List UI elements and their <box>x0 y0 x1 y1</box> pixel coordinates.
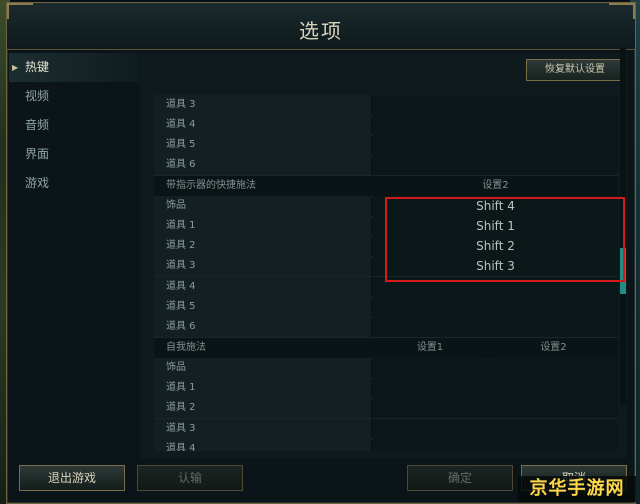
restore-defaults-button[interactable]: 恢复默认设置 <box>526 59 624 81</box>
key-binding-cell[interactable] <box>373 95 618 115</box>
table-row: 道具 3 <box>154 419 618 440</box>
table-row: 道具 4 <box>154 439 618 451</box>
table-row: 道具 1 <box>154 378 618 399</box>
column-header: 设置2 <box>540 342 567 353</box>
sidebar-item-label: 界面 <box>25 147 50 161</box>
sidebar-item-label: 游戏 <box>25 176 50 190</box>
section-header-quick-cast-indicator: 带指示器的快捷施法 设置2 <box>154 176 618 197</box>
scrollbar-thumb[interactable] <box>620 248 626 294</box>
key-binding-cell[interactable]: Shift 1 <box>373 216 618 236</box>
surrender-button[interactable]: 认输 <box>137 465 243 491</box>
table-row: 道具 2 <box>154 398 618 419</box>
table-row: 饰品 <box>154 358 618 379</box>
row-label: 道具 4 <box>154 277 371 297</box>
window-title: 选项 <box>299 19 343 43</box>
key-binding-cell[interactable] <box>489 419 618 439</box>
row-label: 道具 6 <box>154 155 371 175</box>
table-row: 道具 5 <box>154 135 618 156</box>
hotkey-table: 道具 3 道具 4 道具 5 道具 6 带指示器的快捷施法 设置2 饰品 Shi… <box>154 95 618 451</box>
key-binding-cell[interactable] <box>373 297 618 317</box>
sidebar-item-video[interactable]: 视频 <box>9 82 139 111</box>
key-binding-cell[interactable] <box>373 358 487 378</box>
sidebar-item-label: 音频 <box>25 118 50 132</box>
section-title: 自我施法 <box>166 342 206 353</box>
table-row: 道具 3 <box>154 95 618 116</box>
key-binding-cell[interactable] <box>373 398 487 418</box>
exit-game-button[interactable]: 退出游戏 <box>19 465 125 491</box>
row-label: 饰品 <box>154 358 371 378</box>
row-label: 道具 2 <box>154 236 371 256</box>
sidebar-item-hotkeys[interactable]: ▶ 热键 <box>9 53 139 82</box>
row-label: 道具 4 <box>154 439 371 451</box>
key-binding-cell[interactable] <box>373 155 618 175</box>
section-header-self-cast: 自我施法 设置1 设置2 <box>154 338 618 359</box>
sidebar-item-audio[interactable]: 音频 <box>9 111 139 140</box>
sidebar-item-interface[interactable]: 界面 <box>9 140 139 169</box>
key-binding-cell[interactable] <box>373 378 487 398</box>
row-label: 饰品 <box>154 196 371 216</box>
row-label: 道具 1 <box>154 216 371 236</box>
key-binding-cell[interactable] <box>373 277 618 297</box>
scrollbar[interactable] <box>620 48 626 405</box>
sidebar-item-game[interactable]: 游戏 <box>9 169 139 198</box>
site-watermark: 京华手游网 <box>518 476 636 502</box>
key-binding-cell[interactable] <box>373 317 618 337</box>
key-binding-cell[interactable]: Shift 3 <box>373 256 618 276</box>
row-label: 道具 3 <box>154 95 371 115</box>
row-label: 道具 5 <box>154 135 371 155</box>
key-binding-cell[interactable] <box>489 358 618 378</box>
key-binding-cell[interactable]: Shift 4 <box>373 196 618 216</box>
row-label: 道具 1 <box>154 378 371 398</box>
options-window: 选项 ▶ 热键 视频 音频 界面 游戏 恢复默认设置 道具 3 道具 4 道具 … <box>6 2 636 504</box>
table-row: 道具 1 Shift 1 <box>154 216 618 237</box>
chevron-right-icon: ▶ <box>12 63 19 72</box>
row-label: 道具 4 <box>154 115 371 135</box>
table-row: 道具 6 <box>154 317 618 338</box>
row-label: 道具 6 <box>154 317 371 337</box>
key-binding-cell[interactable] <box>373 419 487 439</box>
key-binding-cell[interactable] <box>373 439 487 451</box>
table-row: 饰品 Shift 4 <box>154 196 618 217</box>
row-label: 道具 2 <box>154 398 371 418</box>
key-binding-cell[interactable] <box>489 378 618 398</box>
ok-button[interactable]: 确定 <box>407 465 513 491</box>
key-binding-cell[interactable] <box>489 439 618 451</box>
section-title: 带指示器的快捷施法 <box>166 180 256 191</box>
key-binding-cell[interactable] <box>489 398 618 418</box>
table-row: 道具 3 Shift 3 <box>154 256 618 277</box>
table-row: 道具 2 Shift 2 <box>154 236 618 257</box>
table-row: 道具 5 <box>154 297 618 318</box>
row-label: 道具 3 <box>154 419 371 439</box>
column-header: 设置2 <box>482 180 509 191</box>
row-label: 道具 3 <box>154 256 371 276</box>
key-binding-cell[interactable] <box>373 135 618 155</box>
sidebar-item-label: 热键 <box>25 60 50 74</box>
sidebar-item-label: 视频 <box>25 89 50 103</box>
key-binding-cell[interactable]: Shift 2 <box>373 236 618 256</box>
table-row: 道具 4 <box>154 277 618 298</box>
title-bar: 选项 <box>7 3 635 50</box>
table-row: 道具 4 <box>154 115 618 136</box>
key-binding-cell[interactable] <box>373 115 618 135</box>
column-header: 设置1 <box>416 342 444 353</box>
table-row: 道具 6 <box>154 155 618 176</box>
hotkey-settings-panel: 恢复默认设置 道具 3 道具 4 道具 5 道具 6 带指示器的快捷施法 设置2 <box>140 53 627 458</box>
row-label: 道具 5 <box>154 297 371 317</box>
sidebar: ▶ 热键 视频 音频 界面 游戏 <box>9 53 139 457</box>
